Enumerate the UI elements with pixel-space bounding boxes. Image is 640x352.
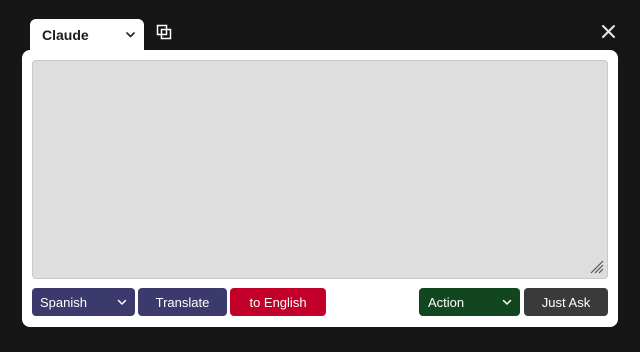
chevron-down-icon [117, 299, 127, 305]
action-select[interactable]: Action [419, 288, 520, 316]
chevron-down-icon[interactable] [125, 29, 136, 40]
tab-label: Claude [42, 27, 89, 43]
translate-button-label: Translate [155, 294, 210, 310]
language-select-value: Spanish [40, 294, 87, 310]
chevron-down-icon [502, 299, 512, 305]
resize-grip-icon[interactable] [588, 258, 604, 274]
tab-claude[interactable]: Claude [30, 19, 144, 51]
copy-window-icon[interactable] [156, 24, 172, 40]
language-select[interactable]: Spanish [32, 288, 135, 316]
main-panel: Spanish Translate to English Action Just… [22, 50, 618, 327]
close-icon[interactable] [600, 23, 617, 40]
to-english-button[interactable]: to English [230, 288, 326, 316]
action-select-value: Action [428, 294, 465, 310]
to-english-button-label: to English [249, 294, 307, 310]
app-window: Claude Spanish Translate to English Acti… [0, 0, 640, 352]
just-ask-button-label: Just Ask [541, 294, 591, 310]
translate-button[interactable]: Translate [138, 288, 227, 316]
just-ask-button[interactable]: Just Ask [524, 288, 608, 316]
prompt-textarea[interactable] [32, 60, 608, 279]
